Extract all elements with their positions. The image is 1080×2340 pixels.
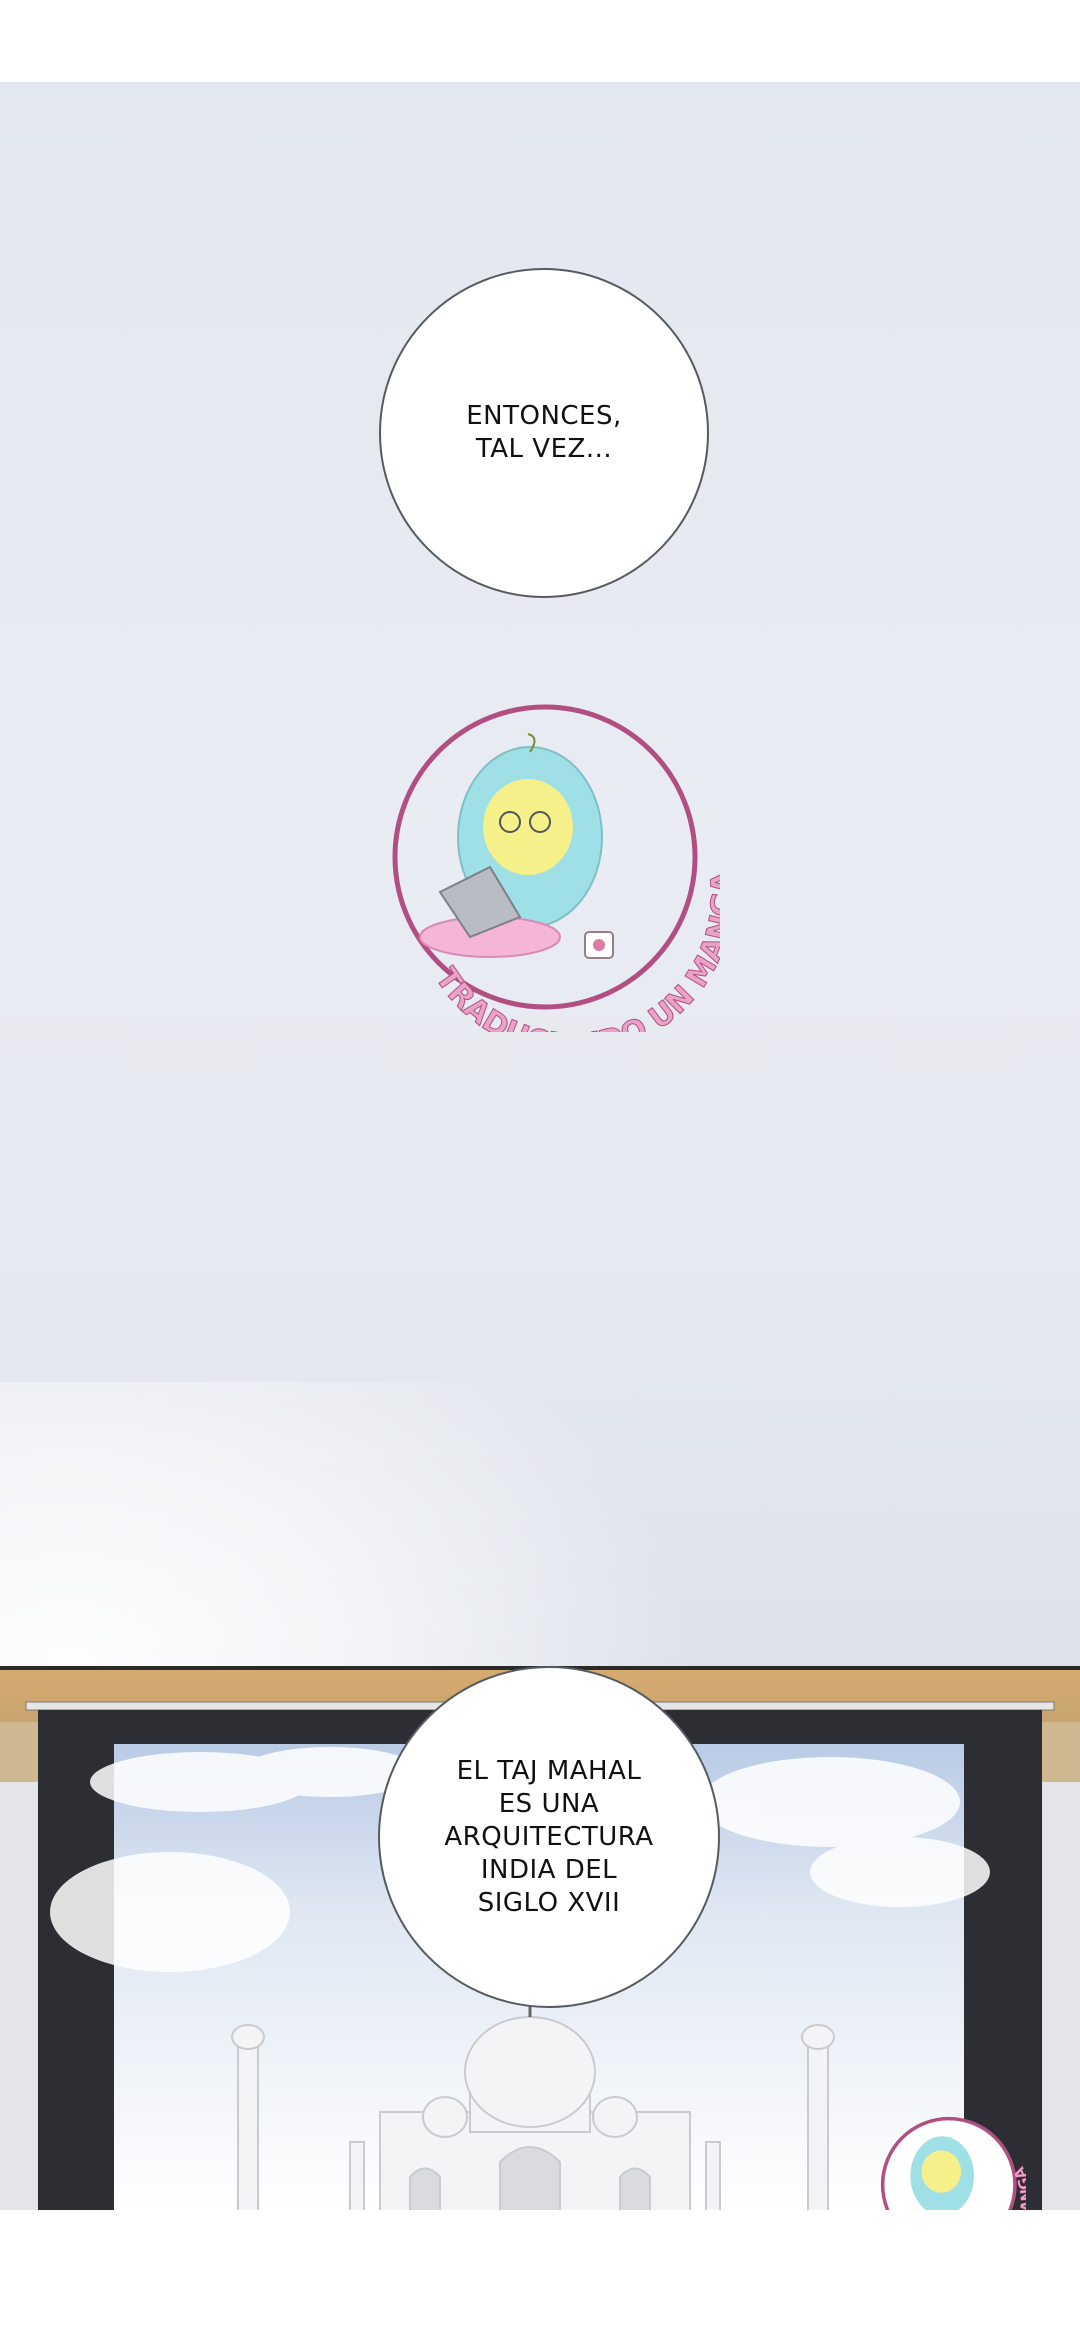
left-wall <box>0 1782 40 2210</box>
speech-bubble-2-text: EL TAJ MAHAL ES UNA ARQUITECTURA INDIA D… <box>444 1755 654 1918</box>
speech-bubble-1: ENTONCES, TAL VEZ... <box>379 268 709 598</box>
comic-panel: TRADUCIENDO UN MANGA TRADUCIENDO UN MANG… <box>0 82 1080 2210</box>
speech-bubble-1-text: ENTONCES, TAL VEZ... <box>466 401 622 464</box>
watermark-logo: TRADUCIENDO UN MANGA <box>392 704 720 1032</box>
corner-watermark-logo: TRADUCIENDO UN MANGA <box>880 2116 1026 2210</box>
right-wall <box>1040 1782 1080 2210</box>
bottom-margin <box>0 2210 1080 2340</box>
speech-bubble-2: EL TAJ MAHAL ES UNA ARQUITECTURA INDIA D… <box>378 1666 720 2008</box>
